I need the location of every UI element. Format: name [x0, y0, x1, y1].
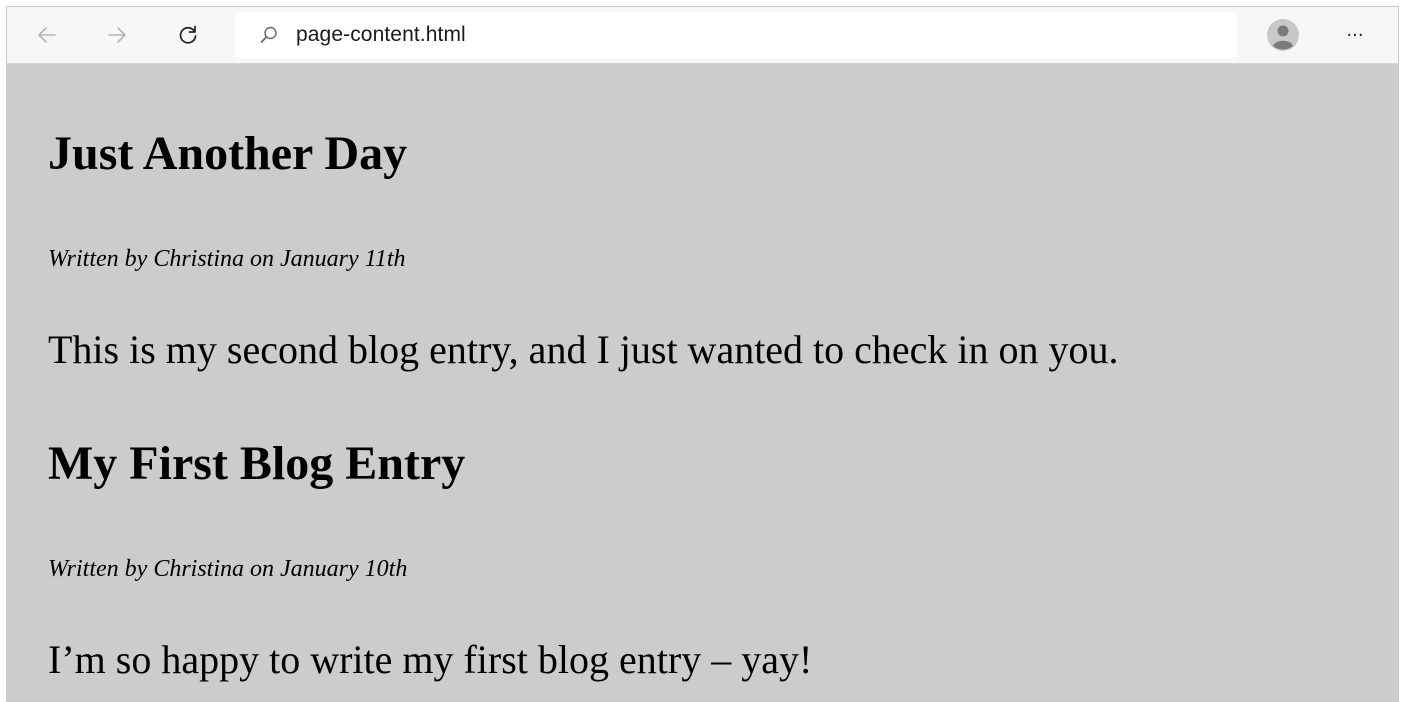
user-avatar-icon [1267, 19, 1299, 51]
back-button[interactable] [29, 17, 65, 53]
refresh-button[interactable] [170, 17, 206, 53]
browser-toolbar: page-content.html ··· [7, 7, 1398, 64]
page-content: Just Another Day Written by Christina on… [7, 64, 1398, 702]
more-icon: ··· [1346, 24, 1364, 46]
search-icon [259, 25, 279, 45]
post-title: My First Blog Entry [48, 437, 466, 490]
browser-window: page-content.html ··· Just Another Day W… [6, 6, 1399, 702]
address-text[interactable]: page-content.html [296, 23, 466, 47]
forward-button[interactable] [99, 17, 135, 53]
post-body: I’m so happy to write my first blog entr… [48, 637, 813, 682]
address-bar[interactable]: page-content.html [235, 12, 1237, 58]
refresh-icon [179, 25, 197, 44]
more-button[interactable]: ··· [1337, 17, 1373, 53]
arrow-left-icon [38, 27, 56, 43]
profile-button[interactable] [1265, 17, 1301, 53]
post-body: This is my second blog entry, and I just… [48, 327, 1119, 372]
post-title: Just Another Day [48, 127, 408, 180]
arrow-right-icon [108, 27, 126, 43]
post-byline: Written by Christina on January 11th [48, 246, 406, 272]
post-byline: Written by Christina on January 10th [48, 556, 408, 582]
